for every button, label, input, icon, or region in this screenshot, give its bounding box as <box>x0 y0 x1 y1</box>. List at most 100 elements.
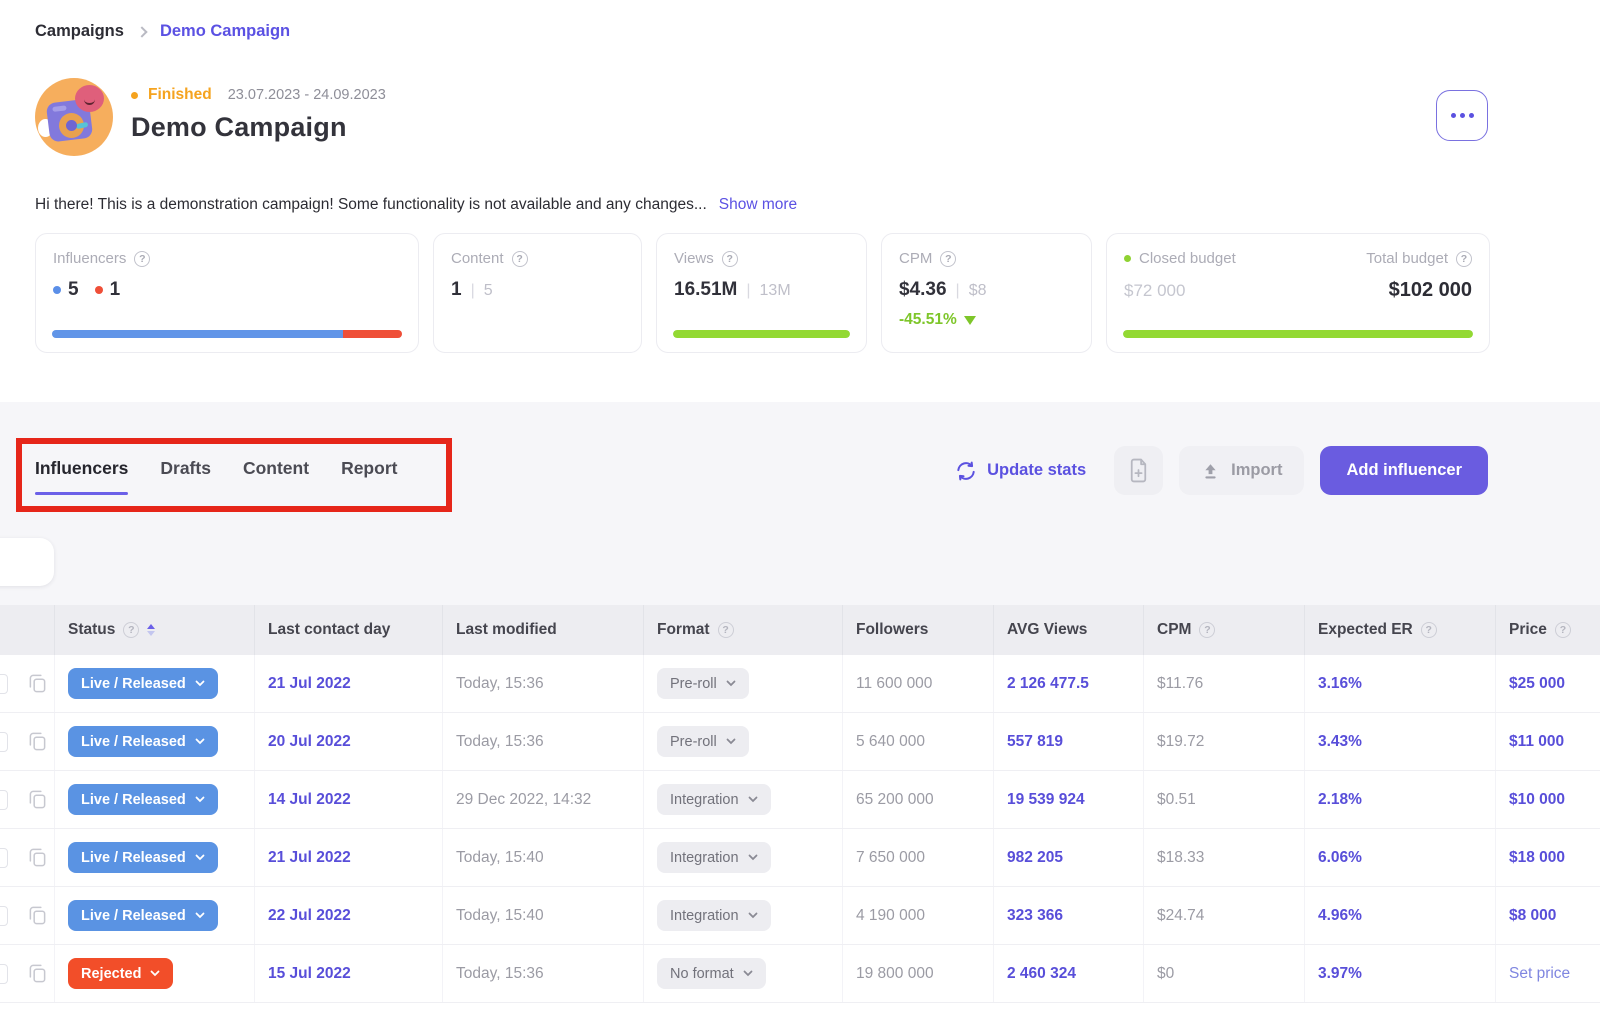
table-row: Live / Released 21 Jul 2022 Today, 15:36… <box>0 655 1600 713</box>
status-dropdown[interactable]: Live / Released <box>68 668 218 699</box>
floating-panel[interactable] <box>0 538 54 586</box>
expected-er-link[interactable]: 3.97% <box>1318 965 1362 983</box>
expected-er-link[interactable]: 3.43% <box>1318 733 1362 751</box>
campaign-description: Hi there! This is a demonstration campai… <box>35 196 797 214</box>
header-last-contact[interactable]: Last contact day <box>255 605 443 655</box>
tab-influencers[interactable]: Influencers <box>35 458 128 495</box>
duplicate-row-button[interactable] <box>26 671 49 696</box>
last-modified-value: Today, 15:36 <box>456 733 544 751</box>
card-cpm-label: CPM <box>899 250 932 267</box>
campaign-avatar <box>35 78 113 156</box>
status-dropdown[interactable]: Rejected <box>68 958 173 989</box>
last-contact-link[interactable]: 22 Jul 2022 <box>268 907 351 925</box>
copy-icon <box>28 731 47 752</box>
header-cpm[interactable]: CPM? <box>1144 605 1305 655</box>
cropped-icon <box>0 790 8 810</box>
more-options-button[interactable] <box>1436 90 1488 141</box>
status-dropdown[interactable]: Live / Released <box>68 842 218 873</box>
sort-icon[interactable] <box>147 624 155 636</box>
cpm-value: $18.33 <box>1157 849 1204 867</box>
page-title: Demo Campaign <box>131 112 386 143</box>
header-price[interactable]: Price? <box>1496 605 1600 655</box>
price-link[interactable]: $25 000 <box>1509 675 1565 693</box>
status-dropdown[interactable]: Live / Released <box>68 900 218 931</box>
duplicate-row-button[interactable] <box>26 903 49 928</box>
help-icon[interactable]: ? <box>1456 251 1472 267</box>
expected-er-link[interactable]: 4.96% <box>1318 907 1362 925</box>
tab-content[interactable]: Content <box>243 458 309 495</box>
avg-views-link[interactable]: 2 460 324 <box>1007 965 1076 983</box>
expected-er-link[interactable]: 3.16% <box>1318 675 1362 693</box>
cpm-value: $0.51 <box>1157 791 1196 809</box>
help-icon[interactable]: ? <box>1199 622 1215 638</box>
help-icon[interactable]: ? <box>940 251 956 267</box>
card-influencers: Influencers ? 5 1 <box>35 233 419 353</box>
avg-views-link[interactable]: 982 205 <box>1007 849 1063 867</box>
last-contact-link[interactable]: 15 Jul 2022 <box>268 965 351 983</box>
help-icon[interactable]: ? <box>718 622 734 638</box>
breadcrumb-current: Demo Campaign <box>160 22 290 41</box>
cropped-icon <box>0 906 8 926</box>
duplicate-row-button[interactable] <box>26 729 49 754</box>
duplicate-row-button[interactable] <box>26 787 49 812</box>
format-dropdown[interactable]: Pre-roll <box>657 668 749 699</box>
table-body: Live / Released 21 Jul 2022 Today, 15:36… <box>0 655 1600 1003</box>
price-link[interactable]: $8 000 <box>1509 907 1556 925</box>
tab-drafts[interactable]: Drafts <box>160 458 211 495</box>
campaign-page: Campaigns Demo Campaign Finished 23.07.2… <box>0 0 1600 1012</box>
import-button[interactable]: Import <box>1179 446 1304 495</box>
update-stats-button[interactable]: Update stats <box>955 460 1086 482</box>
tab-bar: Influencers Drafts Content Report <box>35 458 397 495</box>
card-views-label: Views <box>674 250 714 267</box>
add-influencer-button[interactable]: Add influencer <box>1320 446 1488 495</box>
last-contact-link[interactable]: 21 Jul 2022 <box>268 675 351 693</box>
price-link[interactable]: Set price <box>1509 965 1570 983</box>
breadcrumb-campaigns[interactable]: Campaigns <box>35 22 124 41</box>
help-icon[interactable]: ? <box>1555 622 1571 638</box>
price-link[interactable]: $10 000 <box>1509 791 1565 809</box>
help-icon[interactable]: ? <box>512 251 528 267</box>
show-more-link[interactable]: Show more <box>719 196 797 213</box>
format-dropdown[interactable]: Integration <box>657 784 771 815</box>
last-contact-link[interactable]: 14 Jul 2022 <box>268 791 351 809</box>
header-expected-er[interactable]: Expected ER? <box>1305 605 1496 655</box>
tab-report[interactable]: Report <box>341 458 397 495</box>
duplicate-row-button[interactable] <box>26 961 49 986</box>
export-file-button[interactable] <box>1114 446 1163 495</box>
avg-views-link[interactable]: 2 126 477.5 <box>1007 675 1089 693</box>
row-icons-cell <box>0 829 55 886</box>
chevron-down-icon <box>748 912 758 919</box>
duplicate-row-button[interactable] <box>26 845 49 870</box>
avg-views-link[interactable]: 19 539 924 <box>1007 791 1085 809</box>
format-dropdown[interactable]: No format <box>657 958 766 989</box>
help-icon[interactable]: ? <box>1421 622 1437 638</box>
expected-er-link[interactable]: 2.18% <box>1318 791 1362 809</box>
header-avg-views[interactable]: AVG Views <box>994 605 1144 655</box>
cpm-total: $8 <box>969 282 987 300</box>
help-icon[interactable]: ? <box>722 251 738 267</box>
table-row: Live / Released 20 Jul 2022 Today, 15:36… <box>0 713 1600 771</box>
status-dropdown[interactable]: Live / Released <box>68 784 218 815</box>
price-link[interactable]: $11 000 <box>1509 733 1564 751</box>
header-followers[interactable]: Followers <box>843 605 994 655</box>
last-contact-link[interactable]: 20 Jul 2022 <box>268 733 351 751</box>
avg-views-link[interactable]: 323 366 <box>1007 907 1063 925</box>
avg-views-link[interactable]: 557 819 <box>1007 733 1063 751</box>
help-icon[interactable]: ? <box>123 622 139 638</box>
expected-er-link[interactable]: 6.06% <box>1318 849 1362 867</box>
header-status[interactable]: Status ? <box>55 605 255 655</box>
format-dropdown[interactable]: Integration <box>657 900 771 931</box>
format-dropdown[interactable]: Pre-roll <box>657 726 749 757</box>
chevron-down-icon <box>195 680 205 687</box>
status-dropdown[interactable]: Live / Released <box>68 726 218 757</box>
last-contact-link[interactable]: 21 Jul 2022 <box>268 849 351 867</box>
header-last-modified[interactable]: Last modified <box>443 605 644 655</box>
chevron-down-icon <box>195 738 205 745</box>
chevron-right-icon <box>136 26 147 37</box>
influencers-rejected-count: 1 <box>110 279 121 301</box>
format-dropdown[interactable]: Integration <box>657 842 771 873</box>
price-link[interactable]: $18 000 <box>1509 849 1565 867</box>
help-icon[interactable]: ? <box>134 251 150 267</box>
header-format[interactable]: Format? <box>644 605 843 655</box>
chevron-down-icon <box>195 796 205 803</box>
